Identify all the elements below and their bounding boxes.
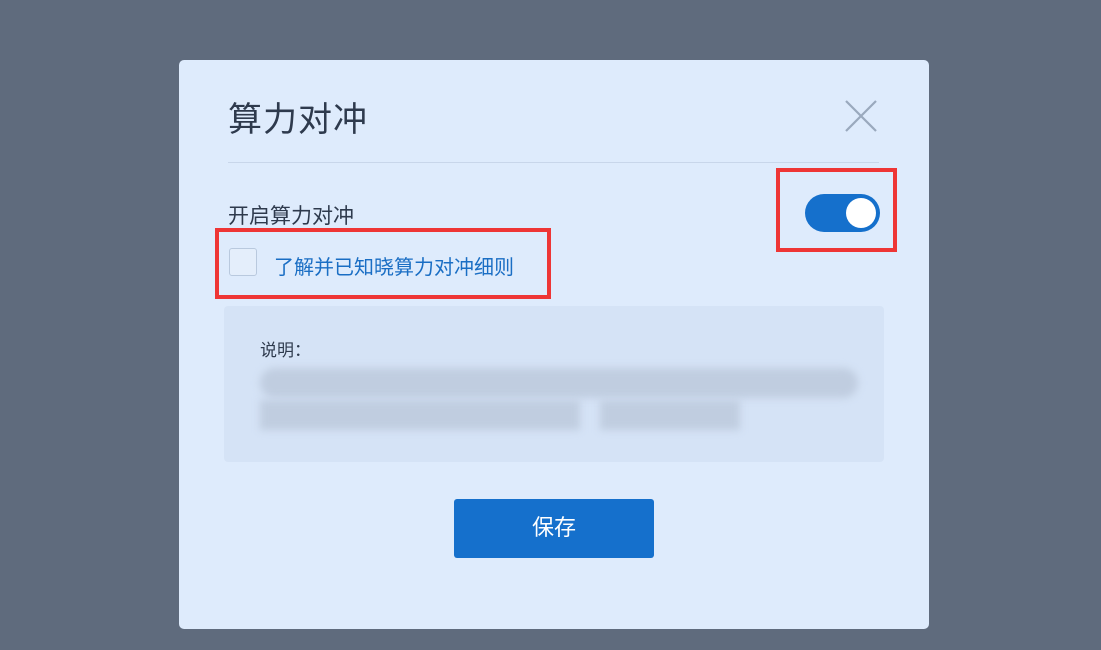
hedge-toggle-switch[interactable] — [805, 194, 880, 232]
agreement-checkbox[interactable] — [229, 248, 257, 276]
toggle-knob — [846, 198, 876, 228]
save-button[interactable]: 保存 — [454, 499, 654, 558]
hedge-toggle-label: 开启算力对冲 — [228, 204, 354, 228]
close-button[interactable] — [843, 98, 879, 134]
redacted-text-line — [600, 400, 740, 430]
title-divider — [228, 162, 879, 163]
description-panel: 说明： — [224, 306, 884, 462]
dialog-title: 算力对冲 — [228, 100, 368, 140]
hedge-dialog: 算力对冲 开启算力对冲 了解并已知晓算力对冲细则 说明： 保存 — [179, 60, 929, 629]
description-title: 说明： — [260, 341, 311, 361]
redacted-text-line — [260, 368, 858, 398]
redacted-text-line — [260, 400, 580, 430]
close-icon — [845, 100, 877, 132]
agreement-label[interactable]: 了解并已知晓算力对冲细则 — [274, 251, 514, 280]
